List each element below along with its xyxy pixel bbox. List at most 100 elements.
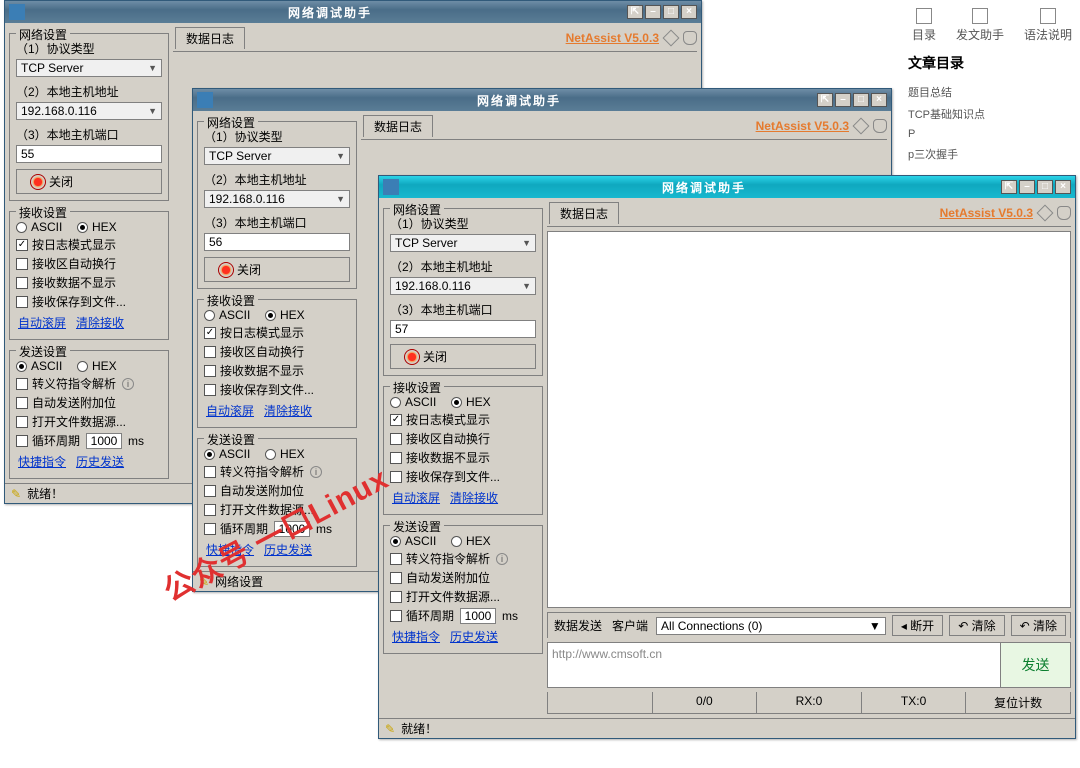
send-label: 数据发送 (552, 617, 604, 634)
tab-data-log[interactable]: 数据日志 (549, 202, 619, 224)
diamond-icon[interactable] (663, 30, 680, 47)
sidebar-item[interactable]: TCP基础知识点 (908, 103, 1072, 125)
check-no-show[interactable] (16, 277, 28, 289)
check-auto-wrap[interactable] (16, 258, 28, 270)
close-icon[interactable]: × (871, 93, 887, 107)
check-period[interactable] (390, 610, 402, 622)
check-log-mode[interactable] (390, 414, 402, 426)
titlebar[interactable]: 网络调试助手 ⇱ – □ × (379, 176, 1075, 198)
protocol-select[interactable]: TCP Server▼ (204, 147, 350, 165)
check-auto-send[interactable] (390, 572, 402, 584)
link-auto-scroll[interactable]: 自动滚屏 (18, 314, 66, 331)
check-escape[interactable] (16, 378, 28, 390)
group-recv: 接收设置 ASCII HEX 按日志模式显示 接收区自动换行 接收数据不显示 接… (197, 299, 357, 428)
radio-send-ascii[interactable] (16, 361, 27, 372)
disconnect-button[interactable]: ◂ 断开 (892, 615, 943, 636)
check-save-file[interactable] (16, 296, 28, 308)
group-network: 网络设置 （1）协议类型 TCP Server▼ （2）本地主机地址 192.1… (383, 208, 543, 376)
brand-label[interactable]: NetAssist V5.0.3 (566, 31, 659, 45)
clear-button-1[interactable]: ↶ 清除 (949, 615, 1004, 636)
sidebar-icon-send[interactable]: 发文助手 (956, 8, 1004, 43)
radio-hex[interactable] (451, 397, 462, 408)
titlebar[interactable]: 网络调试助手 ⇱ – □ × (193, 89, 891, 111)
tab-data-log[interactable]: 数据日志 (175, 27, 245, 49)
link-auto-scroll[interactable]: 自动滚屏 (392, 489, 440, 506)
port-input[interactable] (16, 145, 162, 163)
radio-ascii[interactable] (390, 397, 401, 408)
pin-icon[interactable]: ⇱ (817, 93, 833, 107)
close-icon[interactable]: × (681, 5, 697, 19)
check-auto-wrap[interactable] (390, 433, 402, 445)
pin-icon[interactable]: ⇱ (1001, 180, 1017, 194)
send-button[interactable]: 发送 (1000, 643, 1070, 687)
send-input[interactable]: http://www.cmsoft.cn (548, 643, 1000, 687)
check-period[interactable] (16, 435, 28, 447)
titlebar[interactable]: 网络调试助手 ⇱ – □ × (5, 1, 701, 23)
port-input[interactable] (204, 233, 350, 251)
check-auto-send[interactable] (16, 397, 28, 409)
close-button[interactable]: 关闭 (390, 344, 536, 369)
sidebar-item[interactable]: 题目总结 (908, 81, 1072, 103)
check-log-mode[interactable] (16, 239, 28, 251)
bell-icon[interactable] (1057, 206, 1071, 220)
close-button[interactable]: 关闭 (16, 169, 162, 194)
client-label: 客户端 (610, 617, 650, 634)
brand-label[interactable]: NetAssist V5.0.3 (940, 206, 1033, 220)
sun-icon (405, 350, 419, 364)
period-input[interactable] (86, 433, 122, 449)
maximize-icon[interactable]: □ (663, 5, 679, 19)
link-quick-cmd[interactable]: 快捷指令 (18, 453, 66, 470)
group-recv: 接收设置 ASCII HEX 按日志模式显示 接收区自动换行 接收数据不显示 接… (383, 386, 543, 515)
radio-hex[interactable] (77, 222, 88, 233)
sun-icon (219, 263, 233, 277)
port-input[interactable] (390, 320, 536, 338)
link-quick-cmd[interactable]: 快捷指令 (392, 628, 440, 645)
status-text: 就绪！ (27, 485, 63, 502)
pin-icon[interactable]: ⇱ (627, 5, 643, 19)
check-open-file[interactable] (16, 416, 28, 428)
sidebar-item[interactable]: p三次握手 (908, 143, 1072, 165)
hand-icon: ✎ (11, 487, 21, 501)
protocol-select[interactable]: TCP Server▼ (16, 59, 162, 77)
sidebar-item[interactable]: P (908, 125, 1072, 143)
bell-icon[interactable] (683, 31, 697, 45)
link-history[interactable]: 历史发送 (76, 453, 124, 470)
check-save-file[interactable] (390, 471, 402, 483)
minimize-icon[interactable]: – (835, 93, 851, 107)
period-input[interactable] (460, 608, 496, 624)
minimize-icon[interactable]: – (645, 5, 661, 19)
host-select[interactable]: 192.168.0.116▼ (204, 190, 350, 208)
app-icon (383, 179, 399, 195)
check-escape[interactable] (390, 553, 402, 565)
sidebar-icon-syntax[interactable]: 语法说明 (1024, 8, 1072, 43)
check-open-file[interactable] (390, 591, 402, 603)
radio-send-hex[interactable] (77, 361, 88, 372)
host-select[interactable]: 192.168.0.116▼ (16, 102, 162, 120)
info-icon[interactable]: i (496, 553, 508, 565)
close-button[interactable]: 关闭 (204, 257, 350, 282)
log-area[interactable] (547, 231, 1071, 608)
connections-combo[interactable]: All Connections (0)▼ (656, 617, 886, 635)
info-icon[interactable]: i (122, 378, 134, 390)
link-history[interactable]: 历史发送 (450, 628, 498, 645)
link-clear-recv[interactable]: 清除接收 (76, 314, 124, 331)
check-no-show[interactable] (390, 452, 402, 464)
protocol-select[interactable]: TCP Server▼ (390, 234, 536, 252)
close-icon[interactable]: × (1055, 180, 1071, 194)
minimize-icon[interactable]: – (1019, 180, 1035, 194)
clear-button-2[interactable]: ↶ 清除 (1011, 615, 1066, 636)
group-recv: 接收设置 ASCII HEX 按日志模式显示 接收区自动换行 接收数据不显示 接… (9, 211, 169, 340)
reset-count-button[interactable]: 复位计数 (966, 692, 1070, 713)
radio-send-ascii[interactable] (390, 536, 401, 547)
radio-ascii[interactable] (16, 222, 27, 233)
host-select[interactable]: 192.168.0.116▼ (390, 277, 536, 295)
maximize-icon[interactable]: □ (853, 93, 869, 107)
tab-data-log[interactable]: 数据日志 (363, 115, 433, 137)
link-clear-recv[interactable]: 清除接收 (450, 489, 498, 506)
maximize-icon[interactable]: □ (1037, 180, 1053, 194)
radio-send-hex[interactable] (451, 536, 462, 547)
sidebar-icon-toc[interactable]: 目录 (912, 8, 936, 43)
sidebar-title: 文章目录 (908, 53, 1072, 73)
diamond-icon[interactable] (1037, 205, 1054, 222)
group-network: 网络设置 （1）协议类型 TCP Server▼ （2）本地主机地址 192.1… (9, 33, 169, 201)
